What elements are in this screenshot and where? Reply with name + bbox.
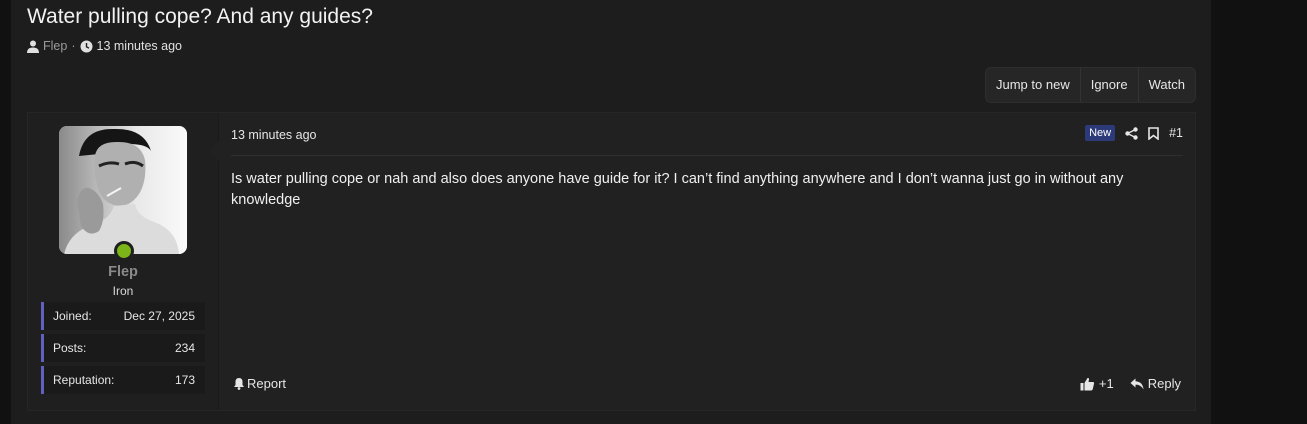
stat-value: 234 [174, 341, 195, 355]
jump-to-new-button[interactable]: Jump to new [986, 68, 1081, 102]
stat-value: Dec 27, 2025 [123, 309, 195, 323]
ignore-button[interactable]: Ignore [1081, 68, 1139, 102]
thread-author-link[interactable]: Flep [43, 39, 67, 53]
watch-button[interactable]: Watch [1139, 68, 1195, 102]
user-icon [27, 40, 39, 53]
avatar[interactable] [59, 126, 187, 254]
thumbs-up-icon [1080, 377, 1095, 391]
post: Flep Iron Joined: Dec 27, 2025 Posts: 23… [27, 112, 1196, 411]
thread-meta: Flep · 13 minutes ago [27, 39, 182, 53]
report-button[interactable]: Report [233, 376, 286, 391]
stat-label: Reputation: [53, 373, 115, 387]
reply-icon [1130, 378, 1144, 390]
bell-icon [233, 377, 245, 390]
like-button[interactable]: +1 [1080, 376, 1114, 391]
post-divider [231, 155, 1183, 156]
post-footer-actions: +1 Reply [1080, 376, 1181, 391]
bookmark-icon[interactable] [1148, 126, 1159, 140]
user-rank: Iron [112, 284, 134, 298]
new-badge: New [1085, 125, 1116, 141]
share-icon[interactable] [1125, 126, 1138, 140]
stat-joined: Joined: Dec 27, 2025 [41, 302, 205, 330]
stat-reputation: Reputation: 173 [41, 366, 205, 394]
clock-icon [80, 40, 93, 53]
stat-label: Posts: [53, 341, 87, 355]
post-header-actions: New #1 [1085, 125, 1183, 141]
thread-action-buttons: Jump to new Ignore Watch [985, 67, 1196, 103]
report-label: Report [247, 376, 287, 391]
reply-label: Reply [1147, 376, 1181, 391]
online-status-indicator [114, 241, 134, 261]
post-message: Is water pulling cope or nah and also do… [231, 171, 1124, 208]
meta-separator: · [71, 39, 76, 53]
like-count: +1 [1098, 376, 1114, 391]
user-info-column: Flep Iron Joined: Dec 27, 2025 Posts: 23… [28, 113, 218, 410]
stat-label: Joined: [53, 309, 92, 323]
post-username[interactable]: Flep [28, 264, 218, 280]
post-time-link[interactable]: 13 minutes ago [231, 128, 316, 142]
stat-posts: Posts: 234 [41, 334, 205, 362]
reply-button[interactable]: Reply [1130, 376, 1181, 391]
post-arrow [209, 141, 219, 161]
thread-title: Water pulling cope? And any guides? [27, 5, 373, 28]
stat-value: 173 [174, 373, 195, 387]
post-number-link[interactable]: #1 [1169, 126, 1183, 140]
thread-time-link[interactable]: 13 minutes ago [97, 39, 182, 53]
post-body: 13 minutes ago New #1 Is water pulling c… [219, 113, 1195, 410]
